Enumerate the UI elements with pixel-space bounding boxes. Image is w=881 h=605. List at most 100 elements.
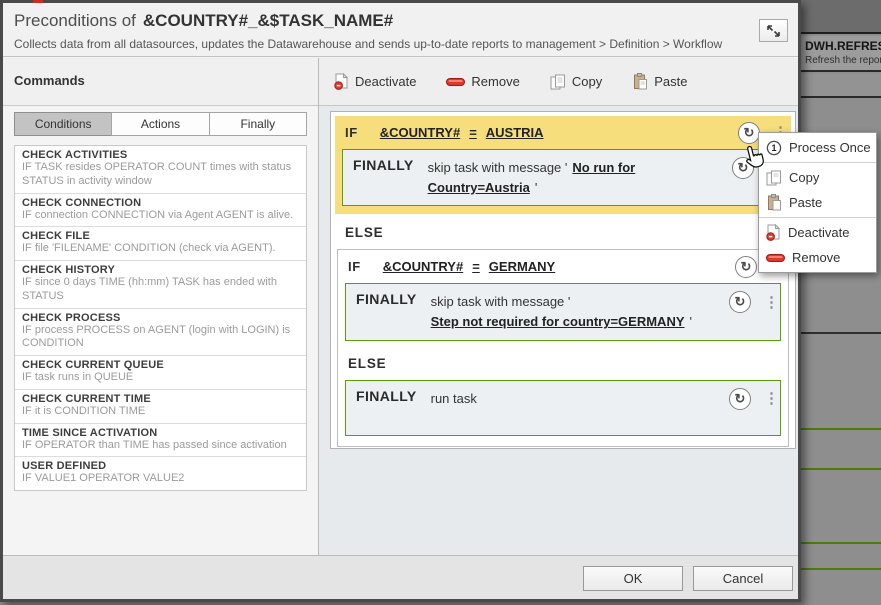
remove-label: Remove [471, 74, 519, 89]
background-row [801, 572, 881, 605]
if-right-operand[interactable]: GERMANY [489, 259, 555, 274]
command-item-check-history[interactable]: CHECK HISTORY IF since 0 days TIME (hh:m… [15, 261, 306, 309]
command-desc: IF connection CONNECTION via Agent AGENT… [22, 209, 299, 223]
command-item-check-process[interactable]: CHECK PROCESS IF process PROCESS on AGEN… [15, 309, 306, 357]
document-deactivate-icon [766, 224, 781, 241]
paste-button[interactable]: Paste [632, 73, 687, 90]
command-item-check-connection[interactable]: CHECK CONNECTION IF connection CONNECTIO… [15, 194, 306, 228]
remove-bar-icon [766, 252, 785, 264]
context-menu: 1 Process Once Copy Paste [758, 132, 877, 273]
tab-finally[interactable]: Finally [209, 112, 307, 136]
command-title: CHECK CONNECTION [22, 197, 299, 209]
menu-item-process-once[interactable]: 1 Process Once [759, 135, 876, 160]
tab-conditions[interactable]: Conditions [14, 112, 112, 136]
process-at-runtime-icon[interactable]: ↻ [735, 256, 757, 278]
kebab-menu-icon[interactable]: ⋮ [764, 296, 772, 310]
if-block-austria[interactable]: IF &COUNTRY# = AUSTRIA ↻ ⋮ FINALLY skip … [335, 116, 791, 214]
command-title: USER DEFINED [22, 460, 299, 472]
finally-block-run-task[interactable]: FINALLY run task ↻ ⋮ [345, 380, 781, 436]
cancel-button[interactable]: Cancel [693, 566, 793, 591]
if-operator[interactable]: = [469, 125, 477, 140]
command-item-check-activities[interactable]: CHECK ACTIVITIES IF TASK resides OPERATO… [15, 146, 306, 194]
commands-tabs: Conditions Actions Finally [14, 112, 307, 136]
remove-button[interactable]: Remove [446, 74, 519, 89]
background-row [801, 546, 881, 570]
menu-item-label: Remove [792, 250, 840, 265]
command-desc: IF since 0 days TIME (hh:mm) TASK has en… [22, 276, 299, 304]
process-at-runtime-icon[interactable]: ↻ [738, 122, 760, 144]
dialog-footer: OK Cancel [3, 555, 798, 599]
copy-pages-icon [766, 170, 782, 186]
svg-text:1: 1 [771, 143, 776, 153]
menu-separator [759, 162, 876, 163]
finally-block-austria[interactable]: FINALLY skip task with message 'No run f… [342, 149, 784, 206]
if-left-operand[interactable]: &COUNTRY# [383, 259, 463, 274]
dialog-title: Preconditions of&COUNTRY#_&$TASK_NAME# [14, 11, 393, 31]
command-desc: IF task runs in QUEUE [22, 371, 299, 385]
maximize-button[interactable] [759, 19, 788, 42]
menu-item-deactivate[interactable]: Deactivate [759, 220, 876, 245]
ok-button[interactable]: OK [583, 566, 683, 591]
menu-item-copy[interactable]: Copy [759, 165, 876, 190]
finally-message-suffix: ' [690, 314, 692, 329]
deactivate-label: Deactivate [355, 74, 416, 89]
paste-clipboard-icon [766, 194, 782, 211]
background-task-name: DWH.REFRESH [801, 36, 881, 53]
finally-block-germany[interactable]: FINALLY skip task with message ' Step no… [345, 283, 781, 340]
finally-keyword: FINALLY [356, 291, 417, 307]
if-left-operand[interactable]: &COUNTRY# [380, 125, 460, 140]
if-operator[interactable]: = [472, 259, 480, 274]
deactivate-button[interactable]: Deactivate [334, 73, 416, 90]
process-at-runtime-icon[interactable]: ↻ [729, 388, 751, 410]
if-row-germany[interactable]: IF &COUNTRY# = GERMANY ↻ ⋮ [338, 250, 788, 283]
resize-diagonal-icon [766, 24, 781, 38]
preconditions-dialog: Preconditions of&COUNTRY#_&$TASK_NAME# C… [0, 0, 801, 602]
menu-item-label: Process Once [789, 140, 871, 155]
dialog-body: Commands Conditions Actions Finally CHEC… [3, 58, 798, 555]
if-keyword: IF [348, 259, 361, 274]
finally-message-link[interactable]: Step not required for country=GERMANY [431, 314, 685, 329]
command-desc: IF file 'FILENAME' CONDITION (check via … [22, 242, 299, 256]
command-item-user-defined[interactable]: USER DEFINED IF VALUE1 OPERATOR VALUE2 [15, 457, 306, 490]
else-group-box: IF &COUNTRY# = GERMANY ↻ ⋮ FINALLY skip … [337, 249, 789, 446]
command-desc: IF VALUE1 OPERATOR VALUE2 [22, 472, 299, 486]
background-row [801, 74, 881, 98]
command-title: CHECK CURRENT TIME [22, 393, 299, 405]
copy-button[interactable]: Copy [550, 74, 602, 90]
finally-keyword: FINALLY [356, 388, 417, 404]
else-label-1: ELSE [335, 214, 791, 249]
dialog-title-object: &COUNTRY#_&$TASK_NAME# [143, 11, 393, 30]
background-red-fragment [33, 0, 43, 3]
dialog-header: Preconditions of&COUNTRY#_&$TASK_NAME# C… [3, 3, 798, 57]
command-title: CHECK ACTIVITIES [22, 149, 299, 161]
paste-label: Paste [654, 74, 687, 89]
copy-label: Copy [572, 74, 602, 89]
command-desc: IF TASK resides OPERATOR COUNT times wit… [22, 161, 299, 189]
remove-bar-icon [446, 76, 465, 88]
command-title: CHECK FILE [22, 230, 299, 242]
command-item-check-file[interactable]: CHECK FILE IF file 'FILENAME' CONDITION … [15, 227, 306, 261]
command-item-check-current-queue[interactable]: CHECK CURRENT QUEUE IF task runs in QUEU… [15, 356, 306, 390]
command-item-time-since-activation[interactable]: TIME SINCE ACTIVATION IF OPERATOR than T… [15, 424, 306, 458]
menu-item-paste[interactable]: Paste [759, 190, 876, 215]
command-item-check-current-time[interactable]: CHECK CURRENT TIME IF it is CONDITION TI… [15, 390, 306, 424]
tab-actions[interactable]: Actions [111, 112, 209, 136]
paste-clipboard-icon [632, 73, 648, 90]
if-keyword: IF [345, 125, 358, 140]
finally-message-suffix: ' [535, 180, 537, 195]
finally-message-prefix: skip task with message ' [428, 160, 568, 175]
menu-item-remove[interactable]: Remove [759, 245, 876, 270]
menu-item-label: Deactivate [788, 225, 849, 240]
finally-keyword: FINALLY [353, 157, 414, 173]
commands-panel: Commands Conditions Actions Finally CHEC… [3, 58, 319, 555]
if-right-operand[interactable]: AUSTRIA [486, 125, 544, 140]
background-task-desc: Refresh the report [801, 53, 881, 66]
menu-separator [759, 217, 876, 218]
dialog-title-prefix: Preconditions of [14, 11, 136, 30]
background-toolbar-strip [801, 0, 881, 34]
process-at-runtime-icon[interactable]: ↻ [729, 291, 751, 313]
command-title: CHECK HISTORY [22, 264, 299, 276]
row-icons: ↻ ⋮ [729, 388, 772, 410]
kebab-menu-icon[interactable]: ⋮ [764, 392, 772, 406]
background-row [801, 432, 881, 470]
